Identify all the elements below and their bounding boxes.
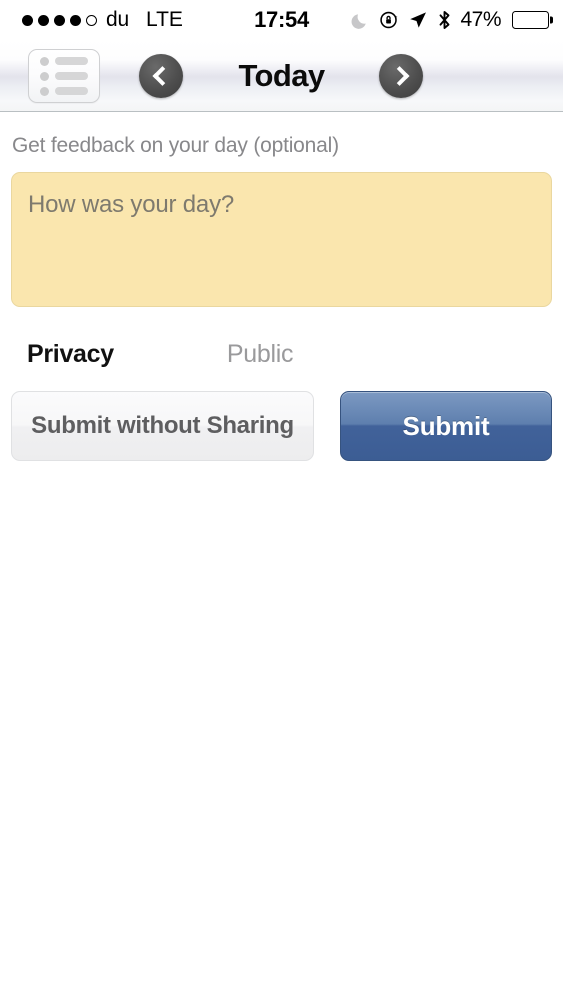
status-bar: du LTE 17:54 47% (0, 0, 563, 40)
app-root: du LTE 17:54 47% Today Get feedback on y… (0, 0, 563, 1000)
privacy-row[interactable]: Privacy Public (11, 312, 552, 391)
rotation-lock-icon (379, 10, 399, 30)
chevron-left-icon (152, 65, 173, 86)
list-bar-icon (55, 57, 88, 65)
battery-icon (512, 11, 553, 29)
main-content: Get feedback on your day (optional) Priv… (0, 112, 563, 461)
list-icon-row (40, 71, 88, 81)
submit-button[interactable]: Submit (340, 391, 552, 461)
chevron-right-icon (389, 65, 410, 86)
list-bullet-icon (40, 86, 49, 96)
moon-do-not-disturb-icon (351, 11, 370, 30)
privacy-value[interactable]: Public (227, 340, 294, 369)
previous-day-button[interactable] (139, 53, 183, 98)
list-icon-row (40, 86, 88, 96)
battery-percent-label: 47% (460, 8, 501, 31)
action-button-row: Submit without Sharing Submit (11, 391, 552, 461)
list-bar-icon (55, 87, 88, 95)
feedback-field-label: Get feedback on your day (optional) (12, 134, 339, 157)
privacy-label: Privacy (27, 340, 114, 368)
list-menu-button[interactable] (28, 49, 100, 103)
status-bar-right: 47% (351, 8, 553, 32)
list-icon-row (40, 56, 88, 66)
list-bar-icon (55, 72, 88, 80)
navigation-bar: Today (0, 40, 563, 112)
list-bullet-icon (40, 56, 49, 66)
location-arrow-icon (408, 10, 428, 30)
bluetooth-icon (437, 10, 452, 30)
next-day-button[interactable] (379, 53, 423, 98)
submit-without-sharing-button[interactable]: Submit without Sharing (11, 391, 314, 461)
feedback-textarea[interactable] (11, 172, 552, 307)
list-bullet-icon (40, 71, 49, 81)
